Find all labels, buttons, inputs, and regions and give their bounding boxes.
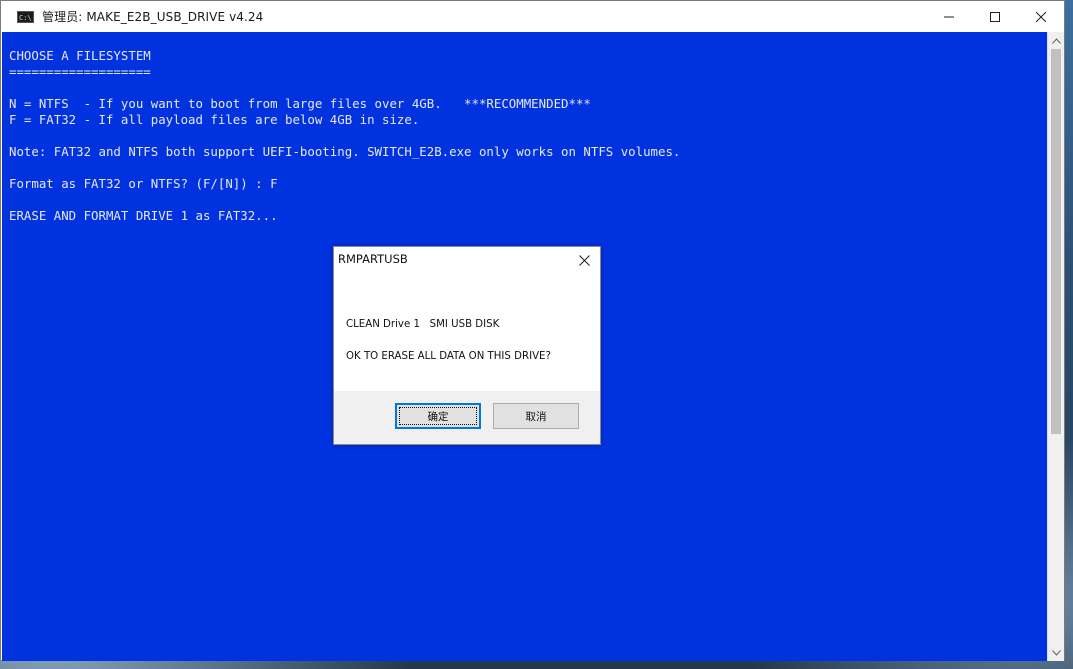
chevron-down-icon	[1052, 649, 1061, 656]
close-icon	[1036, 11, 1046, 22]
ok-button-label: 确定	[427, 410, 449, 423]
dialog-drive-info: CLEAN Drive 1 SMI USB DISK	[346, 319, 500, 330]
scroll-down-button[interactable]	[1048, 644, 1065, 661]
window-title: 管理员: MAKE_E2B_USB_DRIVE v4.24	[42, 10, 264, 24]
dialog-body: CLEAN Drive 1 SMI USB DISK OK TO ERASE A…	[334, 277, 600, 392]
window-controls	[926, 1, 1064, 32]
console-text: CHOOSE A FILESYSTEM =================== …	[9, 48, 681, 223]
dialog-button-bar: 确定 取消	[334, 391, 600, 444]
cancel-button-label: 取消	[525, 410, 547, 423]
confirm-erase-dialog: RMPARTUSB CLEAN Drive 1 SMI USB DISK OK …	[333, 246, 601, 445]
dialog-confirm-question: OK TO ERASE ALL DATA ON THIS DRIVE?	[346, 351, 551, 362]
minimize-button[interactable]	[926, 1, 972, 32]
scroll-thumb[interactable]	[1051, 49, 1061, 434]
title-bar[interactable]: C:\ 管理员: MAKE_E2B_USB_DRIVE v4.24	[1, 1, 1064, 32]
close-button[interactable]	[1018, 1, 1064, 32]
close-icon	[578, 254, 590, 266]
console-icon: C:\	[17, 10, 34, 23]
chevron-up-icon	[1052, 37, 1061, 44]
maximize-button[interactable]	[972, 1, 1018, 32]
dialog-close-button[interactable]	[573, 250, 595, 270]
maximize-icon	[990, 11, 1000, 22]
scroll-up-button[interactable]	[1048, 32, 1065, 49]
ok-focus-ring: 确定	[399, 407, 477, 425]
ok-button[interactable]: 确定	[395, 403, 481, 429]
vertical-scrollbar[interactable]	[1047, 32, 1064, 661]
minimize-icon	[944, 16, 954, 17]
dialog-title: RMPARTUSB	[338, 252, 408, 266]
cancel-button[interactable]: 取消	[493, 403, 579, 429]
